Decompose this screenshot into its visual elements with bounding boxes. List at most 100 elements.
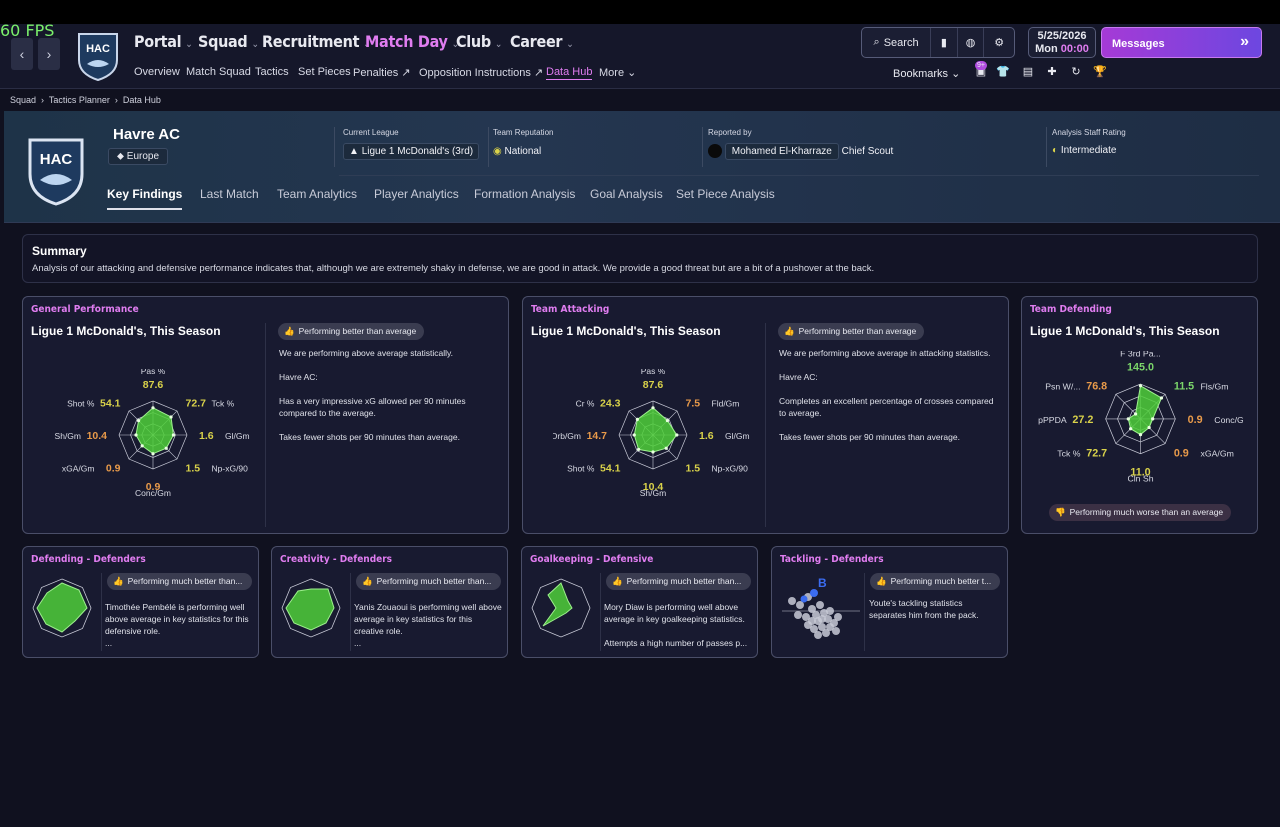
radar-value: 87.6 bbox=[643, 379, 664, 391]
tab-key-findings[interactable]: Key Findings bbox=[107, 187, 183, 210]
scatter-point bbox=[788, 597, 796, 605]
radar-point bbox=[651, 406, 655, 410]
card-title: General Performance bbox=[31, 304, 139, 315]
subnav-match-squad[interactable]: Match Squad bbox=[186, 66, 251, 78]
external-link-icon: ↗ bbox=[533, 67, 544, 79]
radar-axis-label: Conc/Gm bbox=[135, 488, 171, 498]
refresh-icon[interactable]: ↻ bbox=[1068, 64, 1084, 80]
team-attacking-card[interactable]: Team Attacking Ligue 1 McDonald's, This … bbox=[522, 296, 1009, 534]
radar-axis-label: Gl/Gm bbox=[225, 431, 250, 441]
globe-button[interactable]: ◍ bbox=[958, 28, 985, 57]
scout-name[interactable]: Mohamed El-Kharraze bbox=[724, 143, 839, 160]
club-crest-icon[interactable]: HAC bbox=[75, 30, 121, 82]
scout-role: Chief Scout bbox=[841, 146, 894, 157]
card-description: Youte's tackling statistics separates hi… bbox=[869, 598, 979, 620]
rating-icon: ◐ bbox=[1052, 145, 1059, 156]
top-strip bbox=[0, 0, 1280, 24]
subnav-data-hub[interactable]: Data Hub bbox=[546, 66, 593, 80]
subnav-set-pieces[interactable]: Set Pieces bbox=[298, 66, 351, 78]
breadcrumb-squad[interactable]: Squad bbox=[10, 95, 36, 105]
team-header: HAC Havre AC ⬥ Europe Current League ▲ L… bbox=[4, 111, 1280, 223]
highlighted-player-point bbox=[800, 595, 808, 603]
radar-axis-label: F 3rd Pa... bbox=[1120, 351, 1161, 358]
trophy-icon[interactable]: 🏆 bbox=[1092, 64, 1108, 80]
performance-pill: 👍 Performing much better t... bbox=[870, 573, 1000, 590]
nav-match-day[interactable]: Match Day ⌄ bbox=[365, 32, 459, 51]
tackling-defenders-card[interactable]: Tackling - Defenders B 👍 Performing much … bbox=[771, 546, 1008, 658]
fps-counter: 60 FPS bbox=[0, 21, 55, 40]
settings-button[interactable]: ⚙ bbox=[984, 28, 1014, 57]
messages-button[interactable]: Messages» bbox=[1101, 27, 1262, 58]
clipboard-icon[interactable]: ▤ bbox=[1020, 64, 1036, 80]
radar-axis-label: Tck % bbox=[212, 398, 235, 408]
general-performance-card[interactable]: General Performance Ligue 1 McDonald's, … bbox=[22, 296, 509, 534]
league-pill[interactable]: ▲ Ligue 1 McDonald's (3rd) bbox=[343, 143, 480, 160]
current-league: Current League ▲ Ligue 1 McDonald's (3rd… bbox=[343, 128, 480, 160]
radar-value: 54.1 bbox=[100, 397, 121, 409]
subnav-more[interactable]: More ⌄ bbox=[599, 66, 636, 79]
notification-badge: 9+ bbox=[975, 61, 987, 70]
analysis-staff-rating: Analysis Staff Rating ◐ Intermediate bbox=[1052, 128, 1126, 156]
card-title: Tackling - Defenders bbox=[780, 554, 884, 565]
svg-text:HAC: HAC bbox=[86, 43, 110, 55]
scatter-marker-label: B bbox=[818, 576, 827, 590]
scatter-point bbox=[832, 627, 840, 635]
medical-icon[interactable]: ✚ bbox=[1044, 64, 1060, 80]
card-title: Goalkeeping - Defensive bbox=[530, 554, 654, 565]
radar-value: 14.7 bbox=[587, 430, 608, 442]
toolbar-group: ⌕ Search ▮ ◍ ⚙ bbox=[861, 27, 1015, 58]
goalkeeping-defensive-card[interactable]: Goalkeeping - Defensive 👍 Performing much… bbox=[521, 546, 758, 658]
subnav-overview[interactable]: Overview bbox=[134, 66, 180, 78]
team-attacking-radar: 87.6Pas %7.5 Fld/Gm1.6 Gl/Gm1.5 Np-xG/9010.… bbox=[553, 369, 750, 498]
gear-icon: ⚙ bbox=[994, 37, 1005, 49]
radar-axis-label: Cln Sh bbox=[1127, 473, 1153, 483]
radar-axis-label: Conc/Gm bbox=[1214, 415, 1243, 425]
radar-area bbox=[633, 407, 678, 453]
radar-point bbox=[151, 452, 155, 456]
bookmark-button[interactable]: ▮ bbox=[931, 28, 958, 57]
radar-value: 0.9 bbox=[1188, 414, 1203, 426]
scatter-point bbox=[816, 601, 824, 609]
subnav-opposition-instructions[interactable]: Opposition Instructions ↗ bbox=[419, 66, 543, 79]
defending-defenders-card[interactable]: Defending - Defenders 👍 Performing much b… bbox=[22, 546, 259, 658]
radar-value: 1.6 bbox=[199, 430, 214, 442]
nav-club[interactable]: Club ⌄ bbox=[456, 32, 502, 51]
tab-last-match[interactable]: Last Match bbox=[200, 187, 259, 201]
bookmarks-dropdown[interactable]: Bookmarks ⌄ bbox=[893, 67, 960, 80]
chat-icon[interactable]: ▣ 9+ bbox=[973, 61, 989, 80]
radar-value: 7.5 bbox=[686, 397, 701, 409]
radar-value: 11.5 bbox=[1174, 381, 1194, 393]
creativity-defenders-card[interactable]: Creativity - Defenders 👍 Performing much … bbox=[271, 546, 508, 658]
nav-recruitment[interactable]: Recruitment ⌄ bbox=[262, 32, 371, 51]
date-time-button[interactable]: 5/25/2026 Mon 00:00 bbox=[1028, 27, 1096, 58]
subnav-tactics[interactable]: Tactics bbox=[255, 66, 289, 78]
tackling-scatter-mini: B bbox=[782, 576, 860, 639]
radar-value: 87.6 bbox=[143, 379, 164, 391]
breadcrumb-tactics-planner[interactable]: Tactics Planner bbox=[49, 95, 110, 105]
tab-set-piece-analysis[interactable]: Set Piece Analysis bbox=[676, 187, 775, 201]
radar-point bbox=[1133, 412, 1138, 416]
nav-portal[interactable]: Portal ⌄ bbox=[134, 32, 193, 51]
tab-player-analytics[interactable]: Player Analytics bbox=[374, 187, 459, 201]
subnav-penalties[interactable]: Penalties ↗ bbox=[353, 66, 411, 79]
tab-team-analytics[interactable]: Team Analytics bbox=[277, 187, 357, 201]
tab-formation-analysis[interactable]: Formation Analysis bbox=[474, 187, 575, 201]
forward-button[interactable]: › bbox=[38, 38, 60, 70]
chevron-down-icon: ⌄ bbox=[627, 67, 637, 79]
card-subtitle: Ligue 1 McDonald's, This Season bbox=[1030, 324, 1220, 338]
radar-value: 10.4 bbox=[87, 430, 108, 442]
nav-squad[interactable]: Squad ⌄ bbox=[198, 32, 259, 51]
back-button[interactable]: ‹ bbox=[11, 38, 33, 70]
radar-point bbox=[171, 433, 175, 437]
search-button[interactable]: ⌕ Search bbox=[862, 28, 932, 57]
player-radar-mini bbox=[281, 578, 341, 638]
radar-point bbox=[134, 433, 138, 437]
radar-point bbox=[140, 444, 144, 448]
shirt-icon[interactable]: 👕 bbox=[995, 64, 1011, 80]
radar-axis-label: OpPPDA bbox=[1038, 415, 1067, 425]
nav-career[interactable]: Career ⌄ bbox=[510, 32, 574, 51]
tab-goal-analysis[interactable]: Goal Analysis bbox=[590, 187, 663, 201]
thumbs-up-icon: 👍 bbox=[113, 576, 124, 586]
team-defending-card[interactable]: Team Defending Ligue 1 McDonald's, This … bbox=[1021, 296, 1258, 534]
card-description: We are performing above average statisti… bbox=[279, 348, 466, 442]
